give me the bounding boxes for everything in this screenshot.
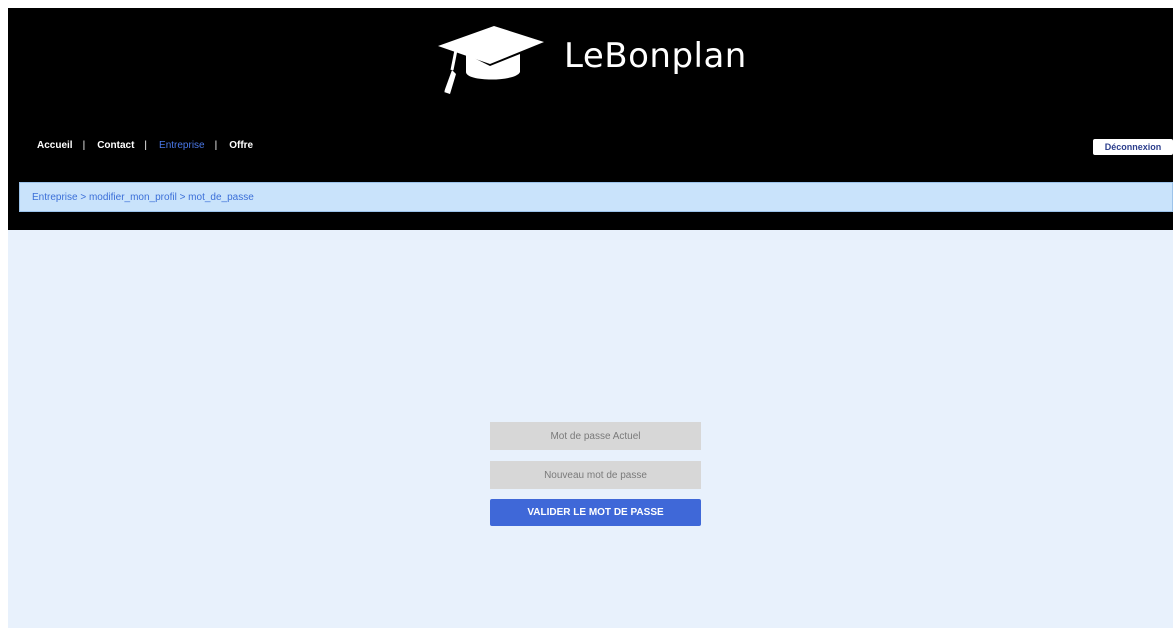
- current-password-field[interactable]: [490, 422, 701, 450]
- nav-item-entreprise[interactable]: Entreprise: [159, 140, 205, 151]
- nav-item-accueil[interactable]: Accueil: [37, 140, 73, 151]
- site-header: LeBonplan Accueil | Contact | Entreprise…: [8, 8, 1173, 230]
- breadcrumb: Entreprise > modifier_mon_profil > mot_d…: [19, 182, 1173, 212]
- nav-item-contact[interactable]: Contact: [97, 140, 134, 151]
- breadcrumb-text[interactable]: Entreprise > modifier_mon_profil > mot_d…: [32, 192, 254, 203]
- new-password-field[interactable]: [490, 461, 701, 489]
- logout-button[interactable]: Déconnexion: [1093, 139, 1173, 155]
- brand[interactable]: LeBonplan: [436, 16, 747, 96]
- nav-separator: |: [144, 140, 148, 151]
- nav-separator: |: [214, 140, 218, 151]
- nav-item-offre[interactable]: Offre: [229, 140, 253, 151]
- brand-name: LeBonplan: [564, 36, 747, 76]
- nav-separator: |: [82, 140, 86, 151]
- main-content: VALIDER LE MOT DE PASSE: [8, 230, 1173, 628]
- graduation-cap-icon: [438, 26, 544, 94]
- validate-password-button[interactable]: VALIDER LE MOT DE PASSE: [490, 499, 701, 526]
- page-frame: LeBonplan Accueil | Contact | Entreprise…: [8, 8, 1173, 628]
- main-nav: Accueil | Contact | Entreprise | Offre: [37, 140, 253, 151]
